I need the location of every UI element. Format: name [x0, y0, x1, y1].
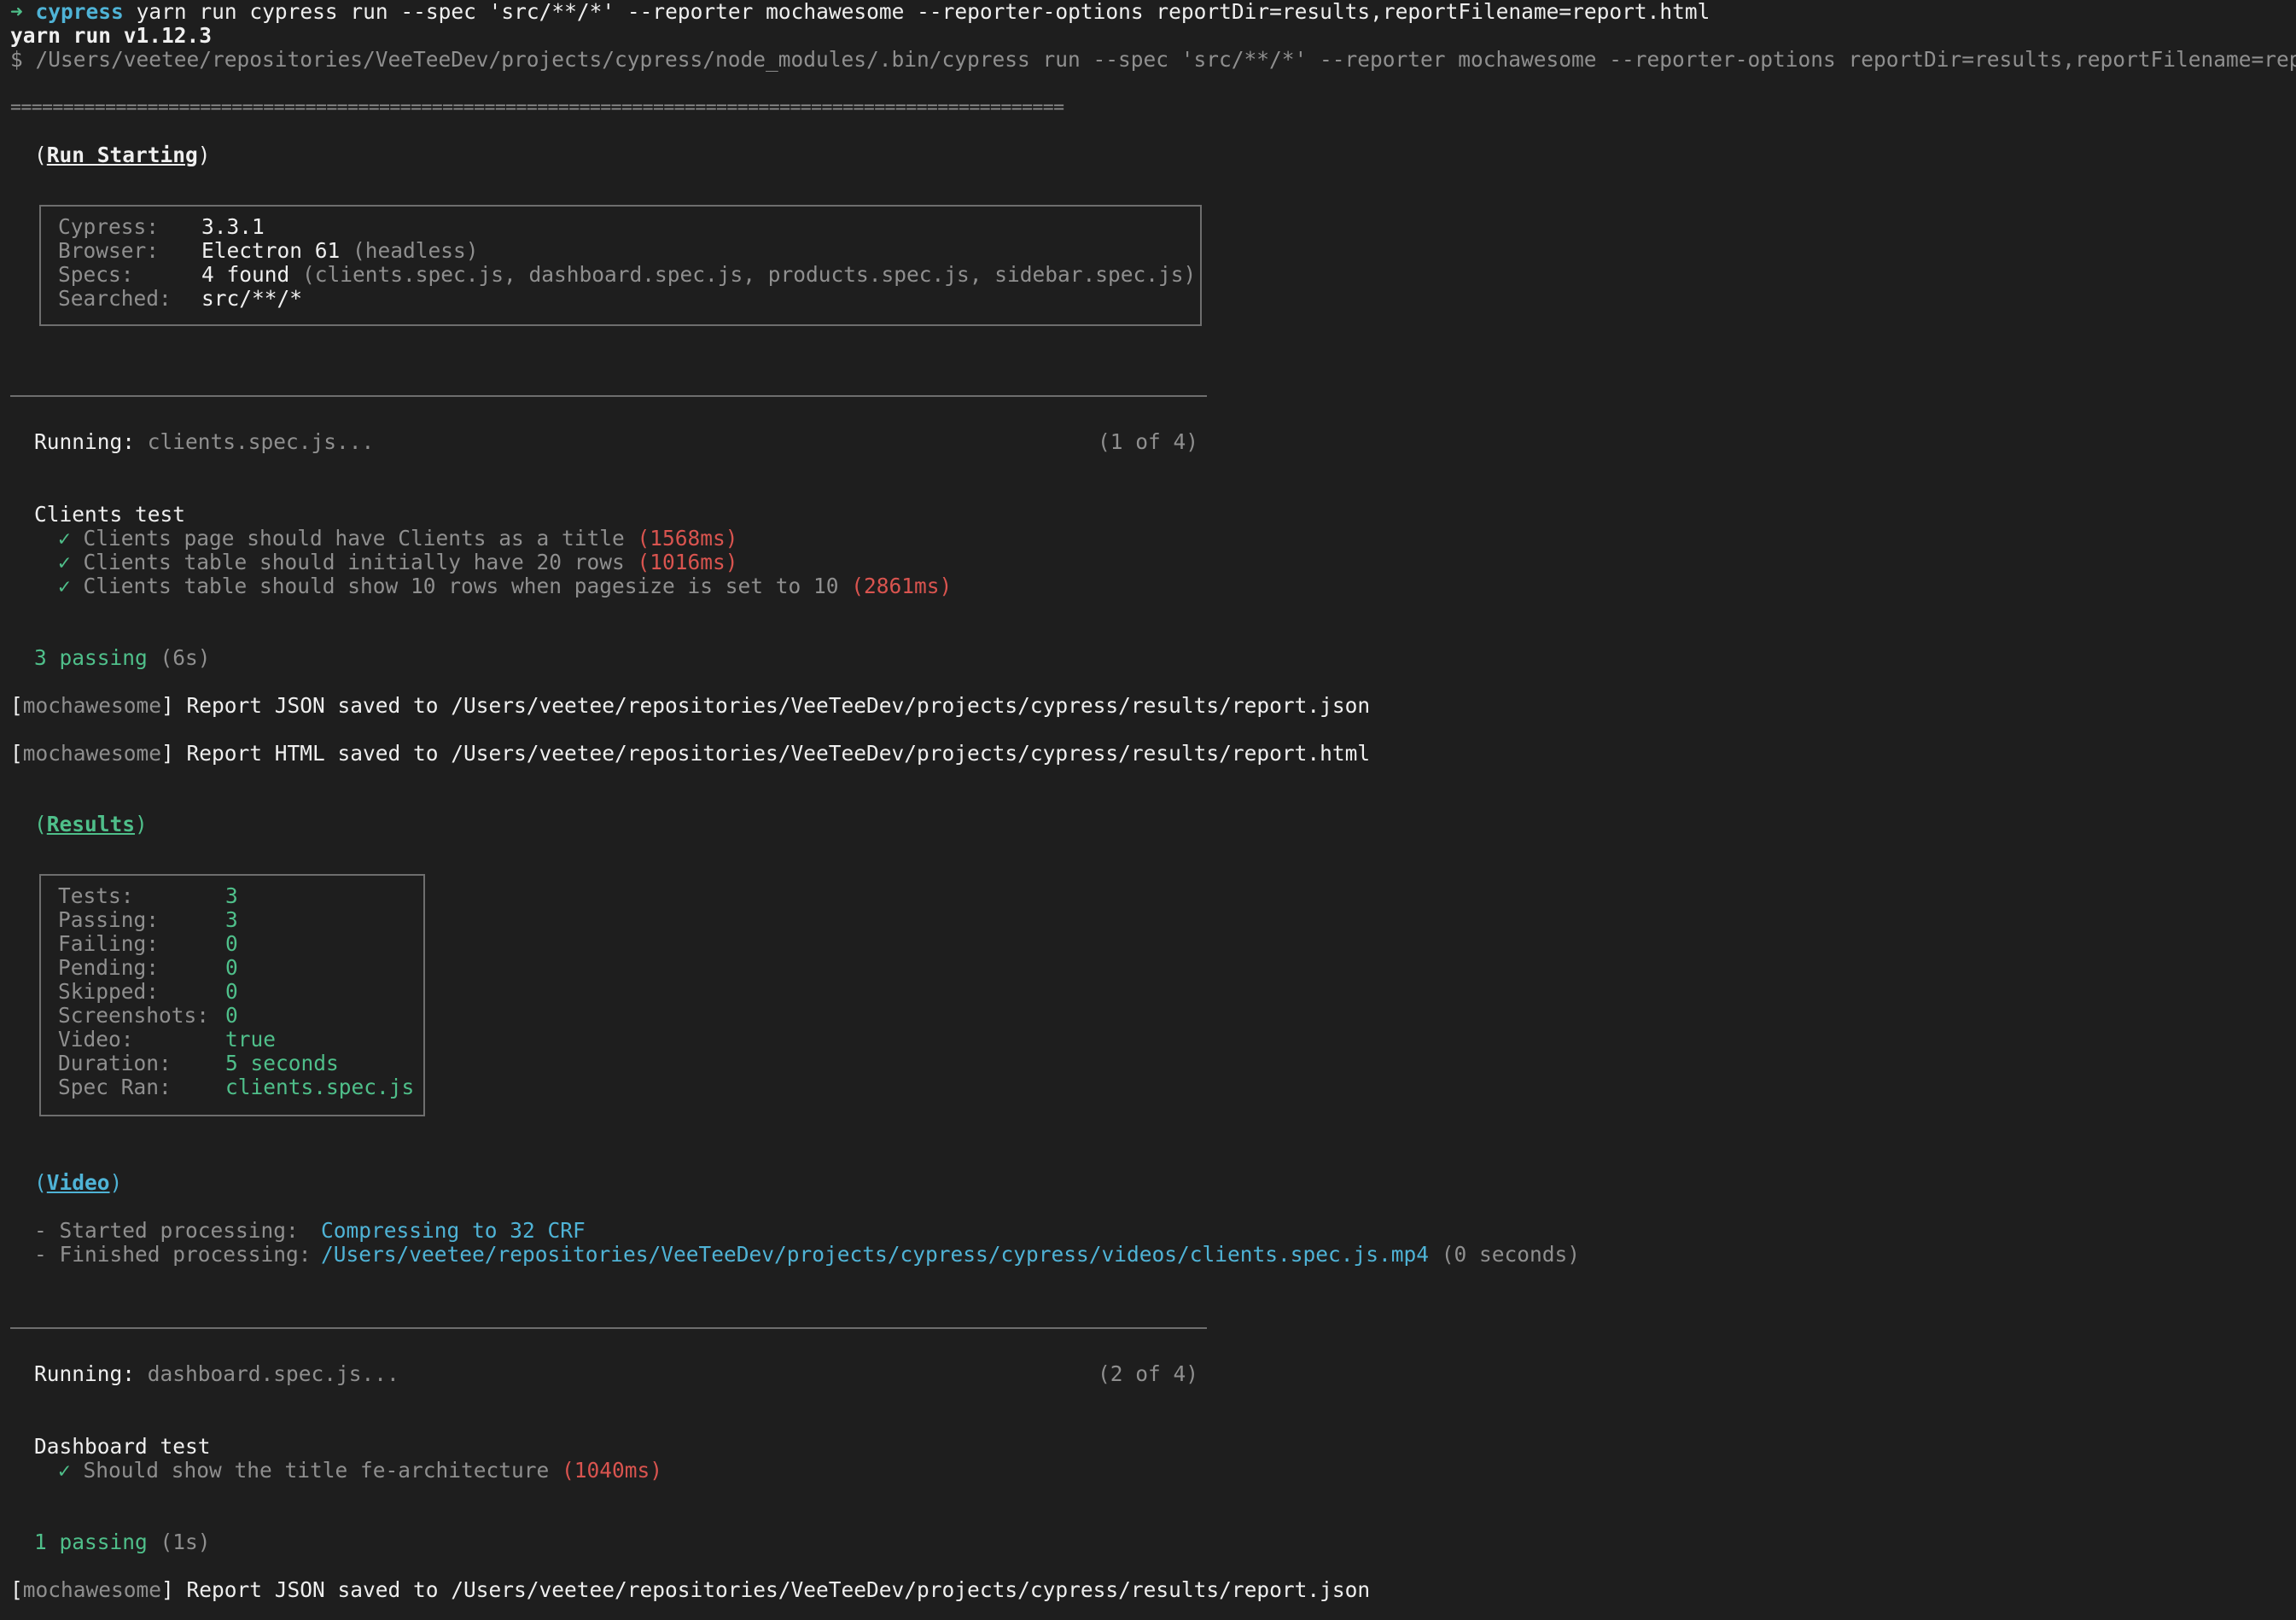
results-label: Passing:	[58, 907, 160, 932]
running-spec-line: Running: clients.spec.js...	[34, 429, 375, 454]
prompt-arrow-icon: ➜	[10, 0, 23, 24]
results-label: Video:	[58, 1027, 134, 1052]
run-info-label: Specs:	[58, 262, 134, 287]
section-divider	[10, 1327, 1207, 1329]
results-label: Failing:	[58, 931, 160, 956]
prompt-directory: cypress	[35, 0, 124, 24]
results-value: 0	[225, 1003, 238, 1028]
suite-title: Dashboard test	[34, 1434, 211, 1459]
check-icon: ✓	[58, 526, 71, 551]
test-result: ✓ Should show the title fe-architecture …	[58, 1458, 663, 1483]
results-value: true	[225, 1027, 277, 1052]
run-info-label: Browser:	[58, 238, 160, 263]
run-info-label: Cypress:	[58, 214, 160, 239]
report-line: [mochawesome] Report JSON saved to /User…	[10, 693, 1371, 718]
passing-summary: 3 passing (6s)	[34, 645, 211, 670]
yarn-version: yarn run v1.12.3	[10, 23, 213, 48]
test-result: ✓ Clients page should have Clients as a …	[58, 526, 738, 551]
results-value: 3	[225, 883, 238, 908]
test-result: ✓ Clients table should initially have 20…	[58, 550, 738, 574]
results-label: Spec Ran:	[58, 1075, 172, 1099]
spec-counter: (2 of 4)	[1098, 1361, 1199, 1386]
results-header: (Results)	[34, 812, 148, 836]
spec-counter: (1 of 4)	[1098, 429, 1199, 454]
video-finished-value: /Users/veetee/repositories/VeeTeeDev/pro…	[321, 1242, 1581, 1267]
check-icon: ✓	[58, 1458, 71, 1483]
results-value: 3	[225, 907, 238, 932]
run-info-value: 3.3.1	[201, 214, 265, 239]
prompt-line: ➜ cypress yarn run cypress run --spec 's…	[10, 0, 1710, 24]
results-label: Pending:	[58, 955, 160, 980]
results-label: Skipped:	[58, 979, 160, 1004]
report-line: [mochawesome] Report JSON saved to /User…	[10, 1577, 1371, 1602]
results-label: Duration:	[58, 1051, 172, 1075]
run-starting-header: (Run Starting)	[34, 143, 211, 167]
run-info-value: 4 found (clients.spec.js, dashboard.spec…	[201, 262, 1197, 287]
results-label: Screenshots:	[58, 1003, 210, 1028]
exec-line: $ /Users/veetee/repositories/VeeTeeDev/p…	[10, 47, 2296, 72]
run-starting-title: Run Starting	[46, 143, 198, 167]
video-started-label: - Started processing:	[34, 1218, 299, 1243]
suite-title: Clients test	[34, 502, 186, 527]
results-label: Tests:	[58, 883, 134, 908]
report-line: [mochawesome] Report HTML saved to /User…	[10, 741, 1371, 766]
prompt-command: yarn run cypress run --spec 'src/**/*' -…	[136, 0, 1710, 24]
separator-line: ========================================…	[10, 96, 1064, 118]
results-value: clients.spec.js	[225, 1075, 415, 1099]
run-info-label: Searched:	[58, 286, 172, 311]
check-icon: ✓	[58, 574, 71, 598]
video-finished-label: - Finished processing:	[34, 1242, 312, 1267]
results-title: Results	[46, 812, 136, 836]
check-icon: ✓	[58, 550, 71, 574]
video-title: Video	[46, 1170, 110, 1195]
terminal-window[interactable]: ➜ cypress yarn run cypress run --spec 's…	[0, 0, 2296, 1620]
passing-summary: 1 passing (1s)	[34, 1530, 211, 1554]
results-value: 0	[225, 955, 238, 980]
video-started-value: Compressing to 32 CRF	[321, 1218, 586, 1243]
video-header: (Video)	[34, 1170, 123, 1195]
section-divider	[10, 395, 1207, 397]
results-value: 0	[225, 931, 238, 956]
results-value: 5 seconds	[225, 1051, 339, 1075]
run-info-value: src/**/*	[201, 286, 303, 311]
running-spec-line: Running: dashboard.spec.js...	[34, 1361, 399, 1386]
test-result: ✓ Clients table should show 10 rows when…	[58, 574, 953, 598]
run-info-value: Electron 61 (headless)	[201, 238, 479, 263]
results-value: 0	[225, 979, 238, 1004]
